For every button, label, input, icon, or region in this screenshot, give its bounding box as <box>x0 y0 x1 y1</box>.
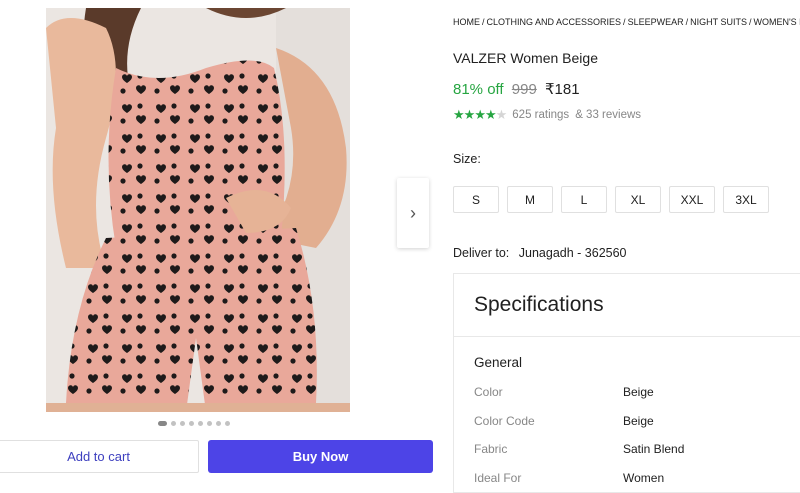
specifications-title: Specifications <box>474 293 604 316</box>
discount-label: 81% off <box>453 81 504 98</box>
next-image-button[interactable]: › <box>397 178 429 248</box>
star-icon: ★ <box>474 107 486 122</box>
star-icon: ★ <box>453 107 465 122</box>
deliver-label: Deliver to: <box>453 246 510 260</box>
pagination-dot[interactable] <box>216 421 221 426</box>
reviews-count[interactable]: & 33 reviews <box>575 109 641 121</box>
spec-row: Fabric Satin Blend <box>474 442 684 456</box>
breadcrumb-item[interactable]: NIGHT SUITS <box>690 17 747 27</box>
spec-value: Satin Blend <box>623 442 685 456</box>
spec-key: Fabric <box>474 442 508 456</box>
size-option-s[interactable]: S <box>453 186 499 213</box>
spec-value: Women <box>623 471 665 485</box>
delivery-info: Deliver to: Junagadh - 362560 <box>453 246 627 260</box>
product-title: VALZER Women Beige <box>453 50 598 66</box>
add-to-cart-button[interactable]: Add to cart <box>0 440 199 473</box>
specifications-panel: Specifications General Color Beige Color … <box>453 273 800 493</box>
selling-price: ₹181 <box>544 81 580 98</box>
spec-row: Ideal For Women <box>474 471 664 485</box>
breadcrumb-item[interactable]: CLOTHING AND ACCESSORIES <box>487 17 622 27</box>
original-price: 999 <box>511 81 537 98</box>
pagination-dot[interactable] <box>198 421 203 426</box>
size-options: S M L XL XXL 3XL <box>453 186 769 213</box>
divider <box>454 336 800 337</box>
spec-group-title: General <box>474 355 523 370</box>
pagination-dot[interactable] <box>225 421 230 426</box>
spec-row: Color Beige <box>474 385 654 399</box>
spec-key: Color Code <box>474 414 535 428</box>
breadcrumb-item[interactable]: HOME <box>453 17 480 27</box>
pagination-dot[interactable] <box>158 421 167 426</box>
size-option-xxl[interactable]: XXL <box>669 186 715 213</box>
ratings-count[interactable]: 625 ratings <box>512 109 569 121</box>
spec-value: Beige <box>623 385 654 399</box>
price-row: 81% off 999 ₹181 <box>453 80 580 98</box>
star-icon: ★ <box>463 107 476 122</box>
star-rating-icon: ★★★★★ <box>453 107 508 123</box>
breadcrumb: HOME / CLOTHING AND ACCESSORIES / SLEEPWEAR /… <box>453 17 800 27</box>
product-gallery: › Add to cart Buy Now <box>0 0 445 486</box>
rating-row: ★★★★★ 625 ratings & 33 reviews <box>453 107 641 123</box>
breadcrumb-item[interactable]: WOMEN'S NIGHT <box>753 17 800 27</box>
pagination-dot[interactable] <box>180 421 185 426</box>
pagination-dot[interactable] <box>207 421 212 426</box>
size-option-xl[interactable]: XL <box>615 186 661 213</box>
pagination-dot[interactable] <box>189 421 194 426</box>
size-option-l[interactable]: L <box>561 186 607 213</box>
size-option-3xl[interactable]: 3XL <box>723 186 769 213</box>
spec-row: Color Code Beige <box>474 414 654 428</box>
spec-key: Ideal For <box>474 471 522 485</box>
size-label: Size: <box>453 152 481 166</box>
image-pagination-dots <box>158 421 230 426</box>
spec-key: Color <box>474 385 503 399</box>
chevron-right-icon: › <box>410 202 416 223</box>
delivery-location[interactable]: Junagadh - 362560 <box>519 246 627 260</box>
star-icon: ★ <box>484 107 497 122</box>
star-icon: ★ <box>495 107 508 122</box>
product-photo-illustration <box>46 8 350 412</box>
breadcrumb-item[interactable]: SLEEPWEAR <box>628 17 684 27</box>
spec-value: Beige <box>623 414 654 428</box>
size-option-m[interactable]: M <box>507 186 553 213</box>
product-image[interactable] <box>46 8 350 412</box>
pagination-dot[interactable] <box>171 421 176 426</box>
buy-now-button[interactable]: Buy Now <box>208 440 433 473</box>
